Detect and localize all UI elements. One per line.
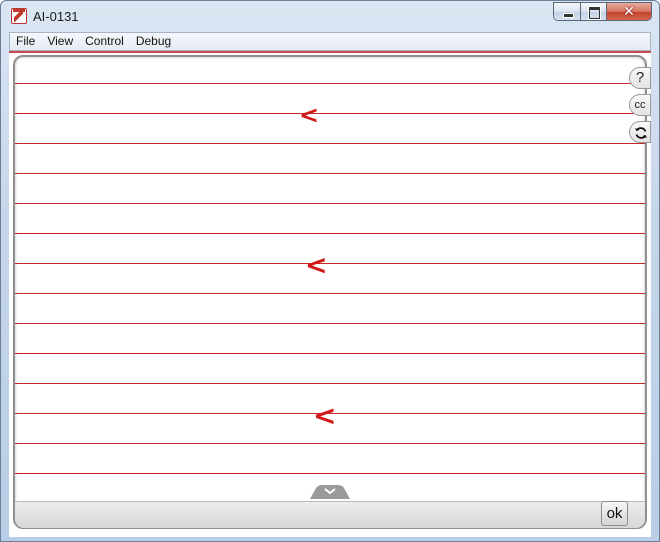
menu-view[interactable]: View [41,33,79,50]
ruled-line [15,113,645,114]
window-controls: ✕ [553,2,652,21]
drawer-toggle-tab[interactable] [310,485,350,499]
refresh-icon [635,127,647,139]
ruled-line [15,203,645,204]
menu-bar: File View Control Debug [9,32,651,51]
ruled-line [15,353,645,354]
window-title: AI-0131 [33,9,79,24]
handwritten-glyph-1: < [299,101,320,129]
minimize-button[interactable] [554,3,581,20]
bottom-toolbar [15,501,645,528]
closed-captions-button[interactable]: cc [629,94,651,116]
ruled-line [15,263,645,264]
maximize-button[interactable] [581,3,607,20]
ruled-line [15,323,645,324]
writing-canvas[interactable]: < < < [13,55,647,529]
handwritten-glyph-2: < [305,250,328,281]
flash-app-icon [11,8,27,24]
ruled-line [15,143,645,144]
ruled-line [15,83,645,84]
ruled-line [15,473,645,474]
refresh-button[interactable] [629,121,651,143]
ruled-line [15,443,645,444]
menu-debug[interactable]: Debug [130,33,177,50]
ruled-line [15,233,645,234]
app-window: AI-0131 ✕ File View Control Debug < < < … [0,0,660,542]
title-bar[interactable]: AI-0131 ✕ [1,1,659,31]
ruled-line [15,173,645,174]
help-button[interactable]: ? [629,67,651,89]
menu-control[interactable]: Control [79,33,130,50]
ruled-line [15,293,645,294]
ok-button[interactable]: ok [601,501,628,526]
close-button[interactable]: ✕ [607,3,651,20]
menu-file[interactable]: File [10,33,41,50]
close-icon: ✕ [623,4,635,20]
handwritten-glyph-3: < [313,399,337,432]
ruled-line [15,383,645,384]
